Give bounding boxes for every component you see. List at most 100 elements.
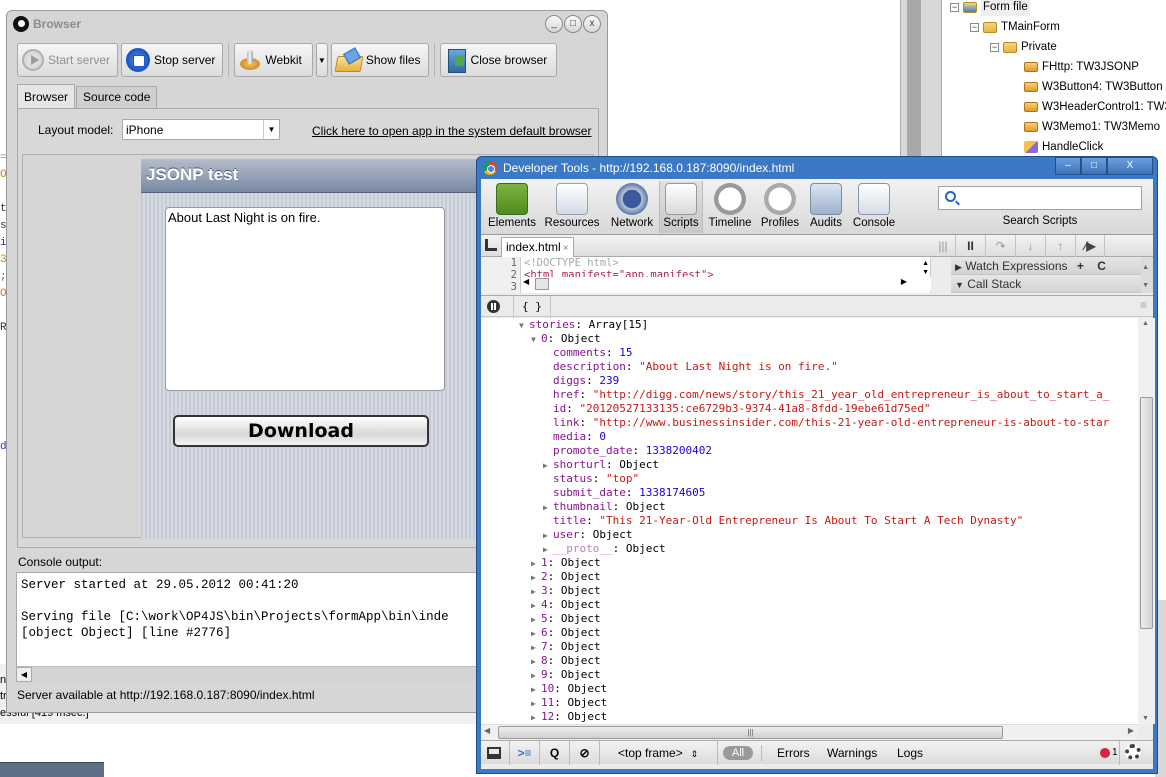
expand-triangle-icon[interactable]: ▶ — [531, 557, 541, 571]
start-server-button[interactable]: Start server — [17, 43, 119, 77]
editor-horizontal-scrollbar[interactable]: ◀ ▶ ▲ ▼ — [521, 260, 931, 291]
code-area[interactable]: <!DOCTYPE html> <html manifest="app.mani… — [524, 257, 924, 277]
expand-triangle-icon[interactable]: ▶ — [531, 613, 541, 627]
step-over-button[interactable]: ↷ — [985, 235, 1015, 257]
clear-console-icon[interactable]: ⊘ — [569, 741, 599, 765]
watch-expressions-header[interactable]: ▶ Watch Expressions + C — [951, 257, 1141, 275]
gear-icon[interactable] — [1125, 744, 1141, 760]
splitter-handle-icon[interactable]: ||| — [933, 235, 953, 257]
tree-item-w3headercontrol1[interactable]: W3HeaderControl1: TW3 — [1024, 98, 1166, 116]
webkit-dropdown-button[interactable]: ▼ — [315, 43, 328, 77]
collapse-icon[interactable]: − — [950, 2, 959, 12]
expand-triangle-icon[interactable]: ▶ — [531, 571, 541, 585]
tree-property-row[interactable]: title: "This 21-Year-Old Entrepreneur Is… — [543, 514, 1023, 528]
pretty-print-button[interactable]: { } — [513, 296, 551, 318]
tree-node-item[interactable]: ▶ 2: Object — [531, 570, 601, 584]
tab-source-code[interactable]: Source code — [76, 86, 158, 108]
scrollbar-thumb[interactable]: ||| — [498, 726, 1003, 739]
console-drawer-icon[interactable]: >≡ — [509, 741, 539, 765]
collapse-triangle-icon[interactable]: ▼ — [519, 319, 529, 333]
line-number[interactable]: 2 — [481, 269, 517, 281]
tree-property-row[interactable]: href: "http://digg.com/news/story/this_2… — [543, 388, 1109, 402]
tree-node-item[interactable]: ▶ 3: Object — [531, 584, 601, 598]
panel-audits[interactable]: Audits — [801, 183, 851, 229]
tree-node-item[interactable]: ▶ 5: Object — [531, 612, 601, 626]
minimize-button[interactable]: – — [1055, 157, 1081, 175]
tree-node-item[interactable]: ▶ 4: Object — [531, 598, 601, 612]
chevron-down-icon[interactable]: ▼ — [263, 120, 279, 139]
console-vertical-scrollbar[interactable]: ▲ ▼ — [1138, 318, 1155, 724]
expand-triangle-icon[interactable]: ▶ — [543, 529, 553, 543]
search-scripts-input[interactable] — [938, 186, 1142, 210]
scroll-right-icon[interactable]: ▶ — [901, 277, 907, 286]
scrollbar-thumb[interactable] — [535, 278, 549, 290]
tree-item-form-file[interactable]: − Form file — [950, 0, 1030, 16]
file-tree-toggle-icon[interactable] — [485, 239, 497, 251]
tree-node-item[interactable]: ▶ 12: Object — [531, 710, 607, 724]
panel-timeline[interactable]: Timeline — [705, 183, 755, 229]
console-horizontal-scrollbar[interactable]: ◀ ||| ▶ — [481, 724, 1138, 740]
collapse-icon[interactable]: − — [990, 42, 999, 52]
scroll-right-icon[interactable]: ▶ — [1128, 726, 1134, 735]
panel-profiles[interactable]: Profiles — [755, 183, 805, 229]
call-stack-header[interactable]: ▼ Call Stack — [951, 275, 1141, 293]
refresh-icon[interactable]: C — [1097, 259, 1106, 273]
line-number[interactable]: 1 — [481, 257, 517, 269]
collapse-triangle-icon[interactable]: ▼ — [531, 333, 541, 347]
panel-elements[interactable]: Elements — [487, 183, 537, 229]
pause-on-exceptions-icon[interactable] — [487, 300, 500, 313]
console-object-tree[interactable]: ▼ stories: Array[15] ▼ 0: Object comments: 1… — [481, 318, 1138, 724]
expand-triangle-icon[interactable]: ▶ — [543, 501, 553, 515]
webkit-button[interactable]: Webkit — [234, 43, 313, 77]
tree-item-private[interactable]: − Private — [990, 38, 1057, 56]
drawer-resize-icon[interactable]: ≡ — [1140, 298, 1147, 312]
close-button[interactable]: x — [583, 15, 601, 33]
tree-property-row[interactable]: status: "top" — [543, 472, 639, 486]
tree-property-row[interactable]: promote_date: 1338200402 — [543, 444, 712, 458]
tree-property-row[interactable]: comments: 15 — [543, 346, 632, 360]
close-tab-icon[interactable]: × — [563, 243, 569, 254]
tree-property-row[interactable]: description: "About Last Night is on fir… — [543, 360, 838, 374]
tree-property-row[interactable]: media: 0 — [543, 430, 606, 444]
filter-errors-button[interactable]: Errors — [777, 741, 810, 765]
collapse-icon[interactable]: − — [970, 22, 979, 32]
deactivate-breakpoints-button[interactable]: ⁄▶ — [1075, 235, 1105, 257]
scroll-left-icon[interactable]: ◀ — [523, 277, 529, 286]
frame-select[interactable]: <top frame> ⇕ — [599, 741, 717, 765]
panel-resources[interactable]: Resources — [543, 183, 601, 229]
tree-property-row[interactable]: diggs: 239 — [543, 374, 619, 388]
file-tab-index-html[interactable]: index.html × — [501, 237, 574, 257]
inspect-search-icon[interactable]: Q — [539, 741, 569, 765]
minimize-button[interactable]: _ — [545, 15, 563, 33]
scroll-updown-icon[interactable]: ▲ ▼ — [922, 259, 929, 277]
expand-triangle-icon[interactable]: ▶ — [543, 459, 553, 473]
sidebar-scroll-icon[interactable]: ▲ ▼ — [1142, 259, 1149, 295]
tree-item-w3memo1[interactable]: W3Memo1: TW3Memo — [1024, 118, 1160, 136]
stop-server-button[interactable]: Stop server — [121, 43, 224, 77]
step-out-button[interactable]: ↑ — [1045, 235, 1075, 257]
background-scrollbar[interactable] — [900, 0, 942, 160]
maximize-button[interactable]: □ — [1081, 157, 1107, 175]
expand-triangle-icon[interactable]: ▶ — [531, 585, 541, 599]
tree-node-item[interactable]: ▶ 9: Object — [531, 668, 601, 682]
expand-triangle-icon[interactable]: ▶ — [543, 543, 553, 557]
show-files-button[interactable]: Show files — [330, 43, 429, 77]
expand-triangle-icon[interactable]: ▶ — [531, 655, 541, 669]
expand-triangle-icon[interactable]: ▶ — [531, 697, 541, 711]
tree-node-item[interactable]: ▼ 0: Object — [531, 332, 601, 346]
tree-property-row[interactable]: submit_date: 1338174605 — [543, 486, 705, 500]
tree-property-row[interactable]: link: "http://www.businessinsider.com/th… — [543, 416, 1109, 430]
memo-textarea[interactable]: About Last Night is on fire. — [165, 207, 445, 391]
filter-all-button[interactable]: All — [723, 746, 753, 760]
expand-triangle-icon[interactable]: ▶ — [531, 669, 541, 683]
step-into-button[interactable]: ↓ — [1015, 235, 1045, 257]
tree-node-stories[interactable]: ▼ stories: Array[15] — [519, 318, 648, 332]
scrollbar-thumb[interactable] — [1140, 397, 1153, 629]
tree-node-item[interactable]: ▶ 1: Object — [531, 556, 601, 570]
console-horizontal-scrollbar[interactable]: ◀ — [16, 666, 486, 683]
tree-node-item[interactable]: ▶ 6: Object — [531, 626, 601, 640]
tree-node-item[interactable]: ▶ 8: Object — [531, 654, 601, 668]
devtools-titlebar[interactable]: Developer Tools - http://192.168.0.187:8… — [481, 157, 1153, 179]
maximize-button[interactable]: □ — [564, 15, 582, 33]
tree-property-row[interactable]: id: "20120527133135:ce6729b3-9374-41a8-8… — [543, 402, 931, 416]
